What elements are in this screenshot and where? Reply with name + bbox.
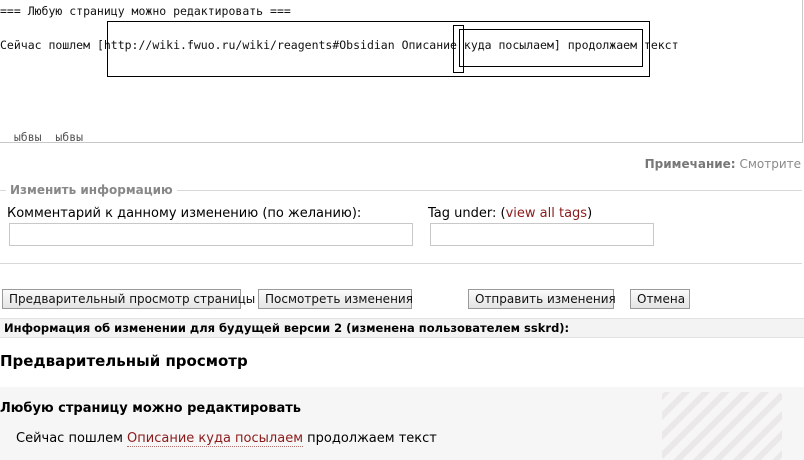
- tag-label-text: Tag under: (: [428, 206, 506, 221]
- comment-label: Комментарий к данному изменению (по жела…: [7, 206, 362, 221]
- fieldset-legend: Изменить информацию: [6, 183, 177, 197]
- tag-label-close: ): [587, 206, 593, 221]
- change-info-bar: Информация об изменении для будущей верс…: [0, 318, 804, 338]
- wiki-text-editor[interactable]: === Любую страницу можно редактировать =…: [0, 0, 803, 143]
- comment-input[interactable]: [9, 223, 413, 246]
- note-label: Примечание:: [644, 157, 736, 171]
- editor-link-text: Описание куда посылаем]: [401, 38, 561, 52]
- watermark-logo: [662, 392, 782, 460]
- editor-line-link: Сейчас пошлем [http://wiki.fwuo.ru/wiki/…: [0, 38, 679, 52]
- preview-title: Предварительный просмотр: [0, 352, 248, 370]
- tag-input[interactable]: [430, 223, 654, 246]
- preview-text-prefix: Сейчас пошлем: [16, 431, 128, 446]
- view-all-tags-link[interactable]: view all tags: [506, 206, 587, 221]
- show-changes-button[interactable]: Посмотреть изменения: [258, 289, 413, 309]
- save-button[interactable]: Отправить изменения: [468, 289, 616, 309]
- preview-text-suffix: продолжаем текст: [303, 431, 437, 446]
- note-text: Смотрите: [739, 157, 801, 171]
- editor-line-heading: === Любую страницу можно редактировать =…: [0, 4, 291, 18]
- tag-label: Tag under: (view all tags): [428, 206, 592, 221]
- preview-paragraph: Сейчас пошлем Описание куда посылаем про…: [16, 431, 437, 447]
- editor-text-prefix: Сейчас пошлем: [0, 38, 97, 52]
- cancel-button[interactable]: Отмена: [630, 289, 690, 309]
- editor-line-cutoff: ыбвы ыбвы: [0, 130, 84, 143]
- preview-button[interactable]: Предварительный просмотр страницы: [2, 289, 255, 309]
- editor-link-url: [http://wiki.fwuo.ru/wiki/reagents#Obsid…: [96, 38, 402, 52]
- preview-heading: Любую страницу можно редактировать: [0, 401, 301, 416]
- preview-link[interactable]: Описание куда посылаем: [127, 431, 303, 447]
- editor-text-suffix: продолжаем текст: [560, 38, 679, 52]
- edit-note: Примечание: Смотрите: [645, 157, 801, 171]
